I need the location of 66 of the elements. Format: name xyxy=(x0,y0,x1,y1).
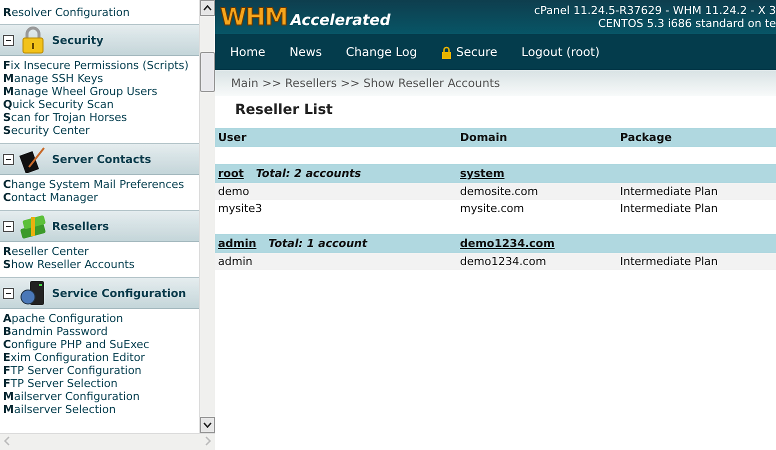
sidebar-link[interactable]: Change System Mail Preferences xyxy=(0,178,199,191)
column-header: Domain xyxy=(457,128,617,147)
nav-link[interactable]: News xyxy=(289,45,322,59)
collapse-icon[interactable] xyxy=(3,220,14,232)
vertical-scrollbar[interactable] xyxy=(199,0,215,433)
nav-link[interactable]: Change Log xyxy=(346,45,418,59)
sidebar-link[interactable]: Contact Manager xyxy=(0,191,199,204)
table-cell: demo1234.com xyxy=(457,253,617,270)
nav-link[interactable]: Logout (root) xyxy=(521,45,600,59)
logo-text: WHM xyxy=(220,3,288,31)
table-cell: demo xyxy=(215,183,457,200)
domain-link[interactable]: demo1234.com xyxy=(460,237,555,250)
account-total: Total: 2 accounts xyxy=(256,167,362,180)
page-title: Reseller List xyxy=(235,102,334,118)
sidebar-link[interactable]: Mailserver Configuration xyxy=(0,390,199,403)
scroll-down-icon[interactable] xyxy=(203,422,212,428)
section-header[interactable]: Resellers xyxy=(0,210,199,242)
sidebar-link[interactable]: Mailserver Selection xyxy=(0,403,199,416)
scrollbar-thumb[interactable] xyxy=(200,52,215,92)
sidebar-link[interactable]: Manage Wheel Group Users xyxy=(0,85,199,98)
domain-link[interactable]: system xyxy=(460,167,504,180)
sidebar-link[interactable]: Security Center xyxy=(0,124,199,137)
sidebar-link[interactable]: Configure PHP and SuExec xyxy=(0,338,199,351)
table-cell: Intermediate Plan xyxy=(617,253,776,270)
table-cell: admin xyxy=(215,253,457,270)
scroll-up-icon[interactable] xyxy=(203,5,212,11)
logo-subtitle: Accelerated xyxy=(290,11,390,29)
breadcrumb: Main >> Resellers >> Show Reseller Accounts xyxy=(215,70,776,96)
sidebar-link[interactable]: Show Reseller Accounts xyxy=(0,258,199,271)
section-header[interactable]: Server Contacts xyxy=(0,143,199,175)
account-total: Total: 1 account xyxy=(268,237,368,250)
server-gear-icon xyxy=(19,279,47,307)
version-info: cPanel 11.24.5-R37629 - WHM 11.24.2 - X 3 xyxy=(534,4,776,17)
sidebar-link[interactable]: Bandmin Password xyxy=(0,325,199,338)
section-title: Security xyxy=(52,34,104,46)
sidebar-link[interactable]: Exim Configuration Editor xyxy=(0,351,199,364)
sidebar-link[interactable]: Resolver Configuration xyxy=(0,6,199,19)
nav-link[interactable]: Secure xyxy=(441,45,498,59)
table-cell: mysite.com xyxy=(457,200,617,217)
section-title: Server Contacts xyxy=(52,152,152,166)
column-header: Package xyxy=(617,128,776,147)
sidebar-link[interactable]: Fix Insecure Permissions (Scripts) xyxy=(0,59,199,72)
owner-link[interactable]: root xyxy=(218,167,244,180)
collapse-icon[interactable] xyxy=(3,288,14,298)
collapse-icon[interactable] xyxy=(3,154,14,164)
table-cell: demosite.com xyxy=(457,183,617,200)
section-header[interactable]: Security xyxy=(0,24,199,56)
sidebar-link[interactable]: Reseller Center xyxy=(0,245,199,258)
sidebar-link[interactable]: Manage SSH Keys xyxy=(0,72,199,85)
sidebar-link[interactable]: Apache Configuration xyxy=(0,312,199,325)
collapse-icon[interactable] xyxy=(3,34,14,46)
sidebar-link[interactable]: FTP Server Selection xyxy=(0,377,199,390)
notebook-pen-icon xyxy=(19,145,47,173)
table-cell: Intermediate Plan xyxy=(617,183,776,200)
section-header[interactable]: Service Configuration xyxy=(0,277,199,309)
sidebar-link[interactable]: FTP Server Configuration xyxy=(0,364,199,377)
sidebar-link[interactable]: Quick Security Scan xyxy=(0,98,199,111)
table-cell: mysite3 xyxy=(215,200,457,217)
nav-link[interactable]: Home xyxy=(230,45,266,59)
padlock-icon xyxy=(441,46,452,58)
sidebar-link[interactable]: Scan for Trojan Horses xyxy=(0,111,199,124)
version-info: CENTOS 5.3 i686 standard on te xyxy=(598,17,776,30)
section-title: Service Configuration xyxy=(52,286,186,300)
section-title: Resellers xyxy=(52,220,109,232)
owner-link[interactable]: admin xyxy=(218,237,256,250)
column-header: User xyxy=(215,128,457,147)
